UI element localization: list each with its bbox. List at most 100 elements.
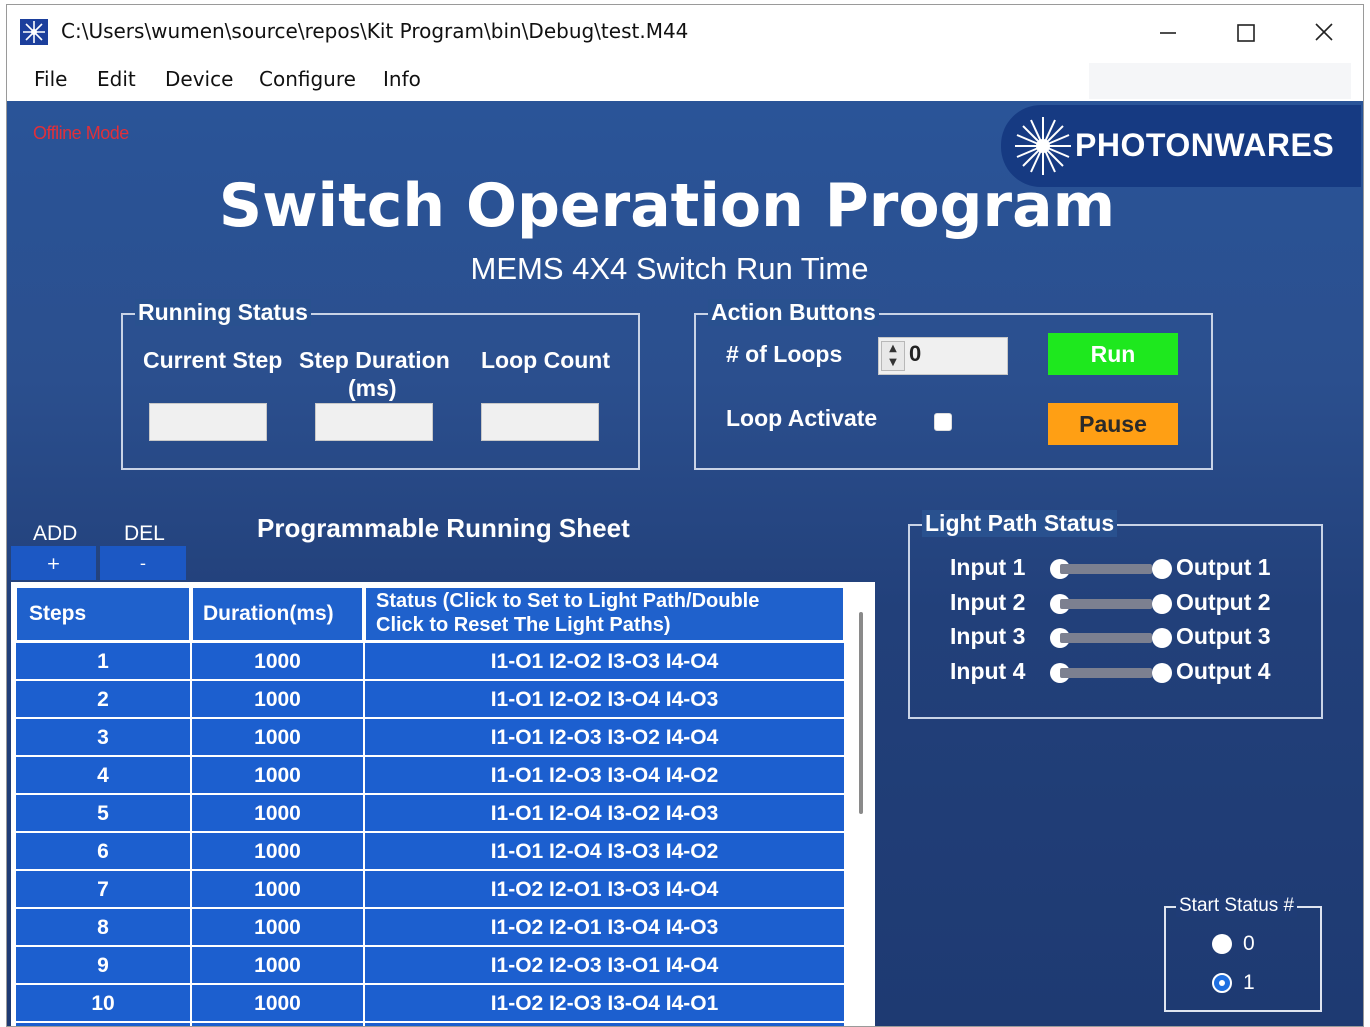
cell-status[interactable]: I1-O2 I2-O3 I3-O1 I4-O4 — [364, 946, 845, 984]
start-status-group: Start Status # 0 1 — [1164, 895, 1322, 1012]
cell-duration[interactable]: 1000 — [191, 984, 364, 1022]
loops-input[interactable]: ▲ ▼ 0 — [878, 337, 1008, 375]
cell-duration[interactable]: 1000 — [191, 946, 364, 984]
output-node — [1152, 559, 1172, 579]
cell-status[interactable]: I1-O1 I2-O4 I3-O2 I4-O3 — [364, 794, 845, 832]
step-duration-field — [315, 403, 433, 441]
cell-duration[interactable]: 1000 — [191, 642, 364, 680]
cell-duration[interactable]: 1000 — [191, 680, 364, 718]
minimize-button[interactable] — [1145, 13, 1191, 51]
input-label: Input 2 — [950, 589, 1026, 615]
cell-status-partial[interactable] — [364, 1022, 845, 1026]
start-status-radio-0[interactable] — [1212, 934, 1232, 954]
maximize-icon — [1237, 24, 1255, 42]
output-node — [1152, 663, 1172, 683]
loops-label: # of Loops — [726, 341, 843, 367]
add-step-button[interactable]: + — [11, 546, 96, 580]
cell-status[interactable]: I1-O1 I2-O2 I3-O4 I4-O3 — [364, 680, 845, 718]
cell-step[interactable]: 4 — [15, 756, 191, 794]
start-status-radio-1[interactable] — [1212, 973, 1232, 993]
starburst-icon — [1015, 117, 1071, 175]
page-title: Switch Operation Program — [218, 171, 1116, 241]
cell-duration[interactable]: 1000 — [191, 794, 364, 832]
cell-status[interactable]: I1-O1 I2-O4 I3-O3 I4-O2 — [364, 832, 845, 870]
cell-step[interactable]: 2 — [15, 680, 191, 718]
output-node — [1152, 594, 1172, 614]
table-row[interactable]: 4 1000 I1-O1 I2-O3 I3-O4 I4-O2 — [15, 756, 845, 794]
table-row[interactable]: 10 1000 I1-O2 I2-O3 I3-O4 I4-O1 — [15, 984, 845, 1022]
menu-configure[interactable]: Configure — [259, 67, 356, 91]
header-duration[interactable]: Duration(ms) — [191, 586, 364, 642]
spin-updown-icon[interactable]: ▲ ▼ — [881, 341, 905, 371]
light-path-row: Input 1 Output 1 — [950, 554, 1290, 584]
cell-duration[interactable]: 1000 — [191, 718, 364, 756]
cell-status[interactable]: I1-O2 I2-O1 I3-O4 I4-O3 — [364, 908, 845, 946]
cell-duration[interactable]: 1000 — [191, 832, 364, 870]
current-step-field — [149, 403, 267, 441]
cell-status[interactable]: I1-O1 I2-O3 I3-O2 I4-O4 — [364, 718, 845, 756]
header-steps[interactable]: Steps — [15, 586, 191, 642]
table-row[interactable]: 8 1000 I1-O2 I2-O1 I3-O4 I4-O3 — [15, 908, 845, 946]
pause-button[interactable]: Pause — [1048, 403, 1178, 445]
run-button[interactable]: Run — [1048, 333, 1178, 375]
light-path-row: Input 4 Output 4 — [950, 658, 1290, 688]
start-status-label-1: 1 — [1243, 971, 1255, 994]
delete-step-button[interactable]: - — [100, 546, 186, 580]
loop-activate-checkbox[interactable] — [934, 413, 952, 431]
output-label: Output 3 — [1176, 623, 1271, 649]
minimize-icon — [1160, 32, 1176, 34]
light-path-title: Light Path Status — [922, 510, 1118, 537]
close-button[interactable] — [1301, 13, 1347, 51]
table-row[interactable]: 9 1000 I1-O2 I2-O3 I3-O1 I4-O4 — [15, 946, 845, 984]
start-status-title: Start Status # — [1176, 895, 1298, 917]
cell-duration[interactable]: 1000 — [191, 870, 364, 908]
cell-status[interactable]: I1-O1 I2-O3 I3-O4 I4-O2 — [364, 756, 845, 794]
maximize-button[interactable] — [1223, 13, 1269, 51]
cell-step[interactable]: 10 — [15, 984, 191, 1022]
menu-edit[interactable]: Edit — [97, 67, 136, 91]
table-row[interactable]: 1 1000 I1-O1 I2-O2 I3-O3 I4-O4 — [15, 642, 845, 680]
path-connector — [1060, 599, 1152, 609]
output-node — [1152, 628, 1172, 648]
cell-status[interactable]: I1-O2 I2-O1 I3-O3 I4-O4 — [364, 870, 845, 908]
running-status-group: Running Status Current Step Step Duratio… — [121, 299, 640, 470]
add-label: ADD — [33, 522, 78, 545]
cell-step[interactable]: 5 — [15, 794, 191, 832]
light-path-group: Light Path Status Input 1 Output 1 Input… — [908, 510, 1323, 719]
cell-step[interactable]: 7 — [15, 870, 191, 908]
table-row[interactable]: 6 1000 I1-O1 I2-O4 I3-O3 I4-O2 — [15, 832, 845, 870]
cell-step-partial[interactable] — [15, 1022, 191, 1026]
menu-device[interactable]: Device — [165, 67, 233, 91]
table-scrollbar[interactable] — [859, 612, 863, 814]
light-path-row: Input 2 Output 2 — [950, 589, 1290, 619]
running-status-title: Running Status — [135, 299, 311, 326]
menu-info[interactable]: Info — [383, 67, 421, 91]
cell-step[interactable]: 9 — [15, 946, 191, 984]
cell-status[interactable]: I1-O1 I2-O2 I3-O3 I4-O4 — [364, 642, 845, 680]
table-row[interactable]: 5 1000 I1-O1 I2-O4 I3-O2 I4-O3 — [15, 794, 845, 832]
title-bar: C:\Users\wumen\source\repos\Kit Program\… — [7, 5, 1363, 57]
path-connector — [1060, 633, 1152, 643]
close-icon — [1315, 23, 1333, 41]
loop-activate-label: Loop Activate — [726, 405, 878, 431]
cell-duration[interactable]: 1000 — [191, 756, 364, 794]
table-row[interactable]: 2 1000 I1-O1 I2-O2 I3-O4 I4-O3 — [15, 680, 845, 718]
table-row[interactable]: 7 1000 I1-O2 I2-O1 I3-O3 I4-O4 — [15, 870, 845, 908]
offline-mode-label: Offline Mode — [33, 123, 129, 143]
path-connector — [1060, 564, 1152, 574]
loops-value: 0 — [909, 341, 922, 366]
cell-duration-partial[interactable] — [191, 1022, 364, 1026]
header-status[interactable]: Status (Click to Set to Light Path/Doubl… — [364, 586, 845, 642]
table-row[interactable] — [15, 1022, 845, 1026]
cell-step[interactable]: 1 — [15, 642, 191, 680]
cell-step[interactable]: 8 — [15, 908, 191, 946]
cell-step[interactable]: 6 — [15, 832, 191, 870]
menu-file[interactable]: File — [34, 67, 67, 91]
cell-status[interactable]: I1-O2 I2-O3 I3-O4 I4-O1 — [364, 984, 845, 1022]
table-row[interactable]: 3 1000 I1-O1 I2-O3 I3-O2 I4-O4 — [15, 718, 845, 756]
cell-duration[interactable]: 1000 — [191, 908, 364, 946]
radio-selected-dot — [1219, 980, 1225, 986]
cell-step[interactable]: 3 — [15, 718, 191, 756]
header-steps-label: Steps — [29, 602, 87, 625]
app-window: C:\Users\wumen\source\repos\Kit Program\… — [6, 4, 1364, 1027]
